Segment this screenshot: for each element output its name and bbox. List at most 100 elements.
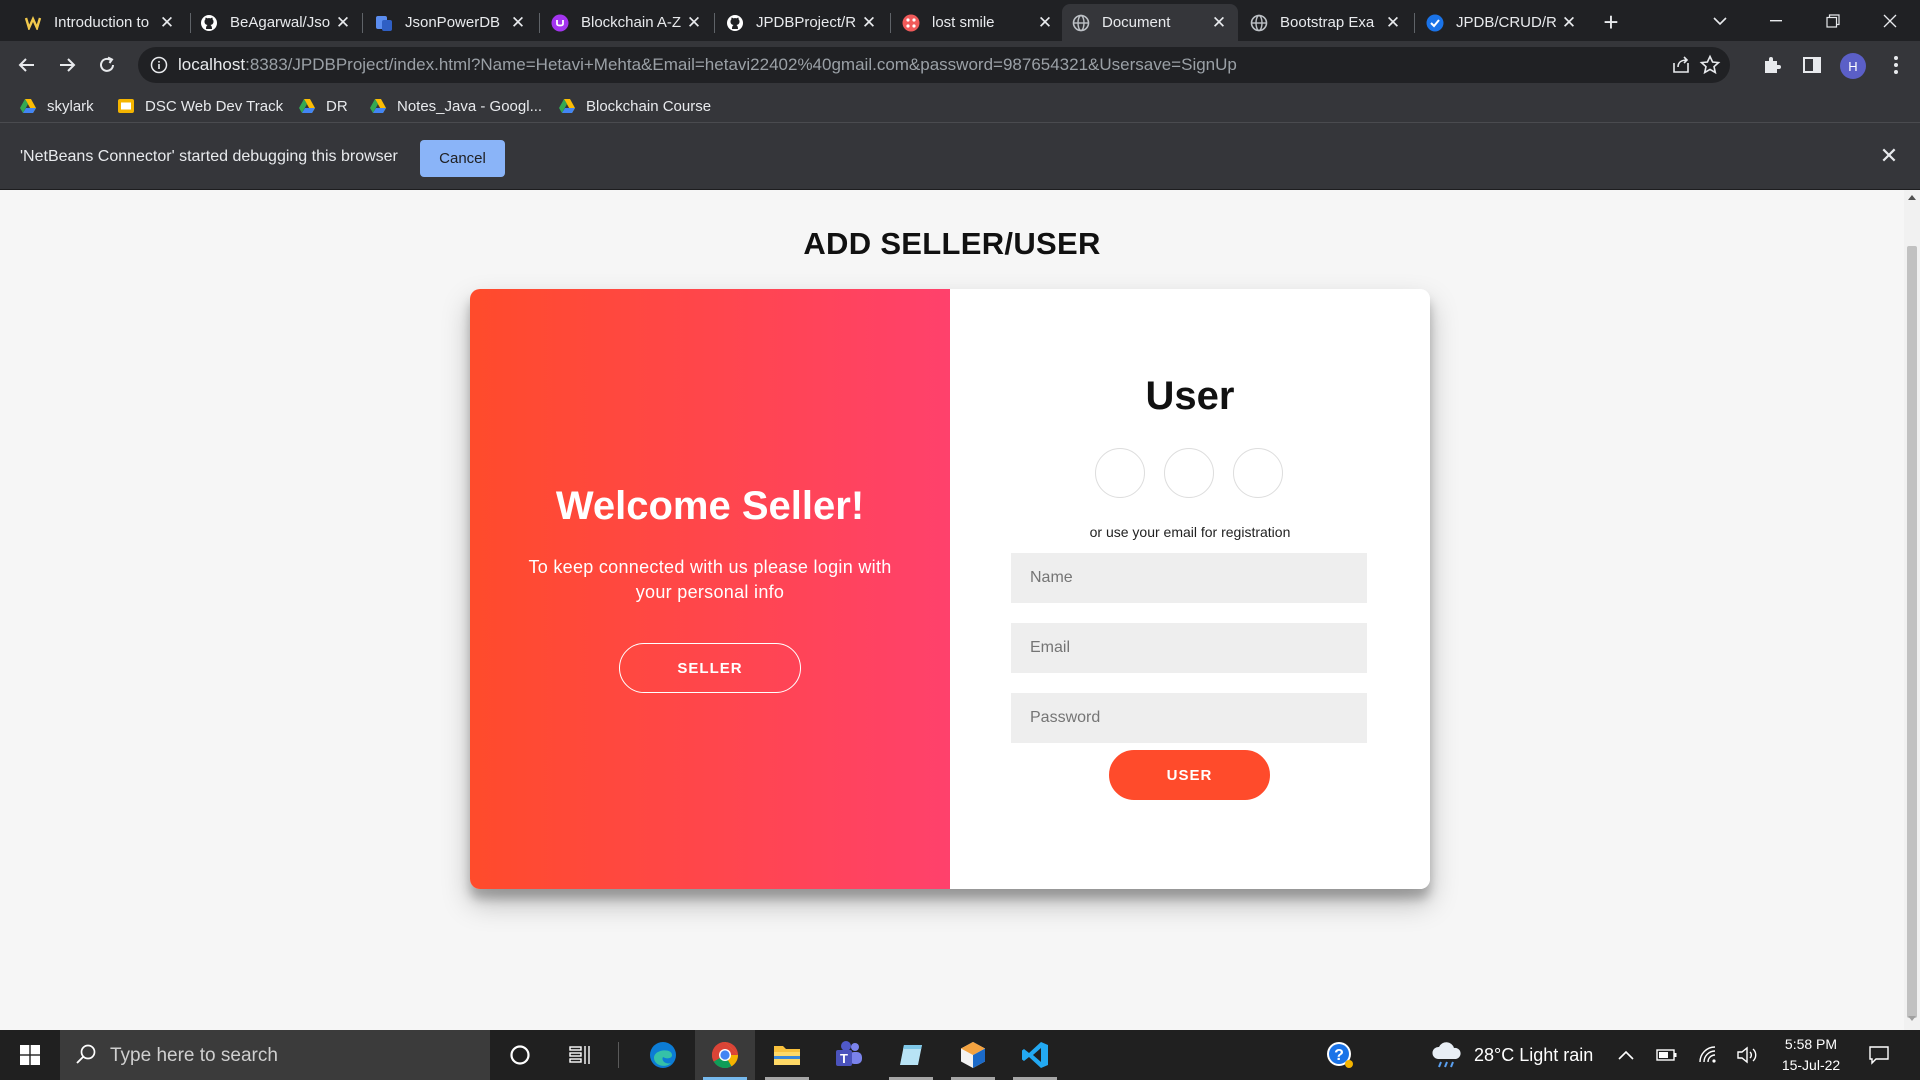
back-button[interactable] xyxy=(12,50,42,80)
close-icon[interactable]: ✕ xyxy=(1878,145,1900,167)
forward-button[interactable] xyxy=(52,50,82,80)
reload-button[interactable] xyxy=(92,50,122,80)
bookmark-skylark[interactable]: skylark xyxy=(19,95,94,117)
tray-overflow-button[interactable] xyxy=(1618,1030,1634,1080)
arrow-right-icon xyxy=(60,58,76,72)
page-scrollbar[interactable] xyxy=(1904,190,1920,1030)
debug-infobar: 'NetBeans Connector' started debugging t… xyxy=(0,123,1920,190)
tab-jpdbproject[interactable]: JPDBProject/R ✕ xyxy=(716,4,888,41)
bookmark-notes-java[interactable]: Notes_Java - Googl... xyxy=(369,95,542,117)
bookmark-label: Notes_Java - Googl... xyxy=(397,97,543,115)
social-link-3[interactable] xyxy=(1233,448,1283,498)
email-input[interactable] xyxy=(1011,623,1367,673)
chrome-icon xyxy=(711,1041,739,1069)
password-input[interactable] xyxy=(1011,693,1367,743)
overlay-panel: Welcome Seller! To keep connected with u… xyxy=(470,289,950,889)
tab-jsonpowerdb[interactable]: JsonPowerDB ✕ xyxy=(365,4,537,41)
app-icon xyxy=(902,14,920,32)
close-icon[interactable]: ✕ xyxy=(860,13,878,32)
close-icon[interactable]: ✕ xyxy=(509,13,527,32)
cancel-button[interactable]: Cancel xyxy=(420,140,505,177)
url-text[interactable]: localhost:8383/JPDBProject/index.html?Na… xyxy=(178,55,1237,75)
clock-time: 5:58 PM xyxy=(1784,1036,1838,1052)
scroll-up-icon[interactable] xyxy=(1908,195,1916,200)
minimize-button[interactable] xyxy=(1748,0,1804,41)
github-icon xyxy=(726,14,744,32)
taskbar-search[interactable]: Type here to search xyxy=(60,1030,490,1080)
tab-lost-smile[interactable]: lost smile ✕ xyxy=(892,4,1064,41)
system-clock[interactable]: 5:58 PM 15-Jul-22 xyxy=(1766,1034,1856,1076)
infobar-message: 'NetBeans Connector' started debugging t… xyxy=(20,148,398,165)
drive-icon xyxy=(559,99,575,113)
seller-button[interactable]: SELLER xyxy=(619,643,801,693)
taskbar-help[interactable]: ? xyxy=(1310,1030,1370,1080)
tab-bootstrap[interactable]: Bootstrap Exa ✕ xyxy=(1240,4,1412,41)
side-panel-button[interactable] xyxy=(1800,53,1824,77)
task-view-icon xyxy=(569,1046,590,1064)
taskbar-file-explorer[interactable] xyxy=(757,1030,817,1080)
slides-icon xyxy=(118,99,134,113)
taskbar-teams[interactable]: T xyxy=(819,1030,879,1080)
tab-jpdb-crud[interactable]: JPDB/CRUD/R ✕ xyxy=(1416,4,1588,41)
weather-widget[interactable]: 28°C Light rain xyxy=(1430,1030,1593,1080)
user-form: User or use your email for registration … xyxy=(950,289,1430,889)
tab-search-button[interactable] xyxy=(1692,0,1748,41)
taskbar-notepad[interactable] xyxy=(881,1030,941,1080)
start-button[interactable] xyxy=(0,1030,60,1080)
close-icon[interactable]: ✕ xyxy=(158,13,176,32)
side-panel-icon xyxy=(1803,57,1821,73)
close-icon[interactable]: ✕ xyxy=(1384,13,1402,32)
new-tab-button[interactable]: + xyxy=(1598,9,1624,35)
close-window-button[interactable] xyxy=(1862,0,1918,41)
share-icon[interactable] xyxy=(1670,54,1692,76)
social-link-1[interactable] xyxy=(1095,448,1145,498)
chevron-up-icon xyxy=(1618,1050,1634,1060)
social-link-2[interactable] xyxy=(1164,448,1214,498)
close-icon[interactable]: ✕ xyxy=(685,13,703,32)
tab-document[interactable]: Document ✕ xyxy=(1062,4,1238,41)
tab-separator xyxy=(714,13,715,33)
tab-title: JsonPowerDB xyxy=(405,14,501,31)
star-icon[interactable] xyxy=(1699,54,1721,76)
taskbar-netbeans[interactable] xyxy=(943,1030,1003,1080)
address-bar[interactable]: localhost:8383/JPDBProject/index.html?Na… xyxy=(138,47,1730,83)
taskbar-chrome[interactable] xyxy=(695,1030,755,1080)
cortana-button[interactable] xyxy=(490,1030,550,1080)
battery-indicator[interactable] xyxy=(1656,1030,1678,1080)
tab-title: JPDB/CRUD/R xyxy=(1456,14,1557,31)
network-indicator[interactable] xyxy=(1698,1030,1718,1080)
tab-title: BeAgarwal/Jso xyxy=(230,14,331,31)
tab-introduction[interactable]: Introduction to ✕ xyxy=(14,4,186,41)
tab-title: Blockchain A-Z xyxy=(581,14,682,31)
tab-blockchain[interactable]: Blockchain A-Z ✕ xyxy=(541,4,713,41)
name-input[interactable] xyxy=(1011,553,1367,603)
bookmark-blockchain-course[interactable]: Blockchain Course xyxy=(558,95,711,117)
close-icon[interactable]: ✕ xyxy=(1210,13,1228,32)
notepad-icon xyxy=(900,1045,922,1065)
page-title: ADD SELLER/USER xyxy=(803,226,1101,261)
tab-beagarwal[interactable]: BeAgarwal/Jso ✕ xyxy=(190,4,362,41)
bookmark-dsc-web-dev-track[interactable]: DSC Web Dev Track xyxy=(117,95,283,117)
teams-icon: T xyxy=(836,1041,862,1066)
close-icon[interactable]: ✕ xyxy=(334,13,352,32)
notifications-button[interactable] xyxy=(1868,1030,1890,1080)
tab-separator xyxy=(539,13,540,33)
taskbar-edge[interactable] xyxy=(633,1030,693,1080)
volume-indicator[interactable] xyxy=(1736,1030,1758,1080)
extensions-button[interactable] xyxy=(1760,53,1784,77)
close-icon[interactable]: ✕ xyxy=(1560,13,1578,32)
close-icon[interactable]: ✕ xyxy=(1036,13,1054,32)
task-view-button[interactable] xyxy=(550,1030,610,1080)
profile-avatar[interactable]: H xyxy=(1840,53,1866,79)
kebab-menu-icon[interactable] xyxy=(1884,53,1908,77)
user-submit-button[interactable]: USER xyxy=(1109,750,1270,800)
search-icon xyxy=(76,1044,96,1064)
scroll-down-icon[interactable] xyxy=(1908,1016,1916,1021)
info-icon[interactable] xyxy=(150,56,168,74)
taskbar-vscode[interactable] xyxy=(1005,1030,1065,1080)
clock-date: 15-Jul-22 xyxy=(1781,1057,1841,1073)
bookmark-dr[interactable]: DR xyxy=(298,95,348,117)
restore-button[interactable] xyxy=(1805,0,1861,41)
scrollbar-thumb[interactable] xyxy=(1907,246,1917,1018)
svg-text:T: T xyxy=(840,1051,848,1066)
